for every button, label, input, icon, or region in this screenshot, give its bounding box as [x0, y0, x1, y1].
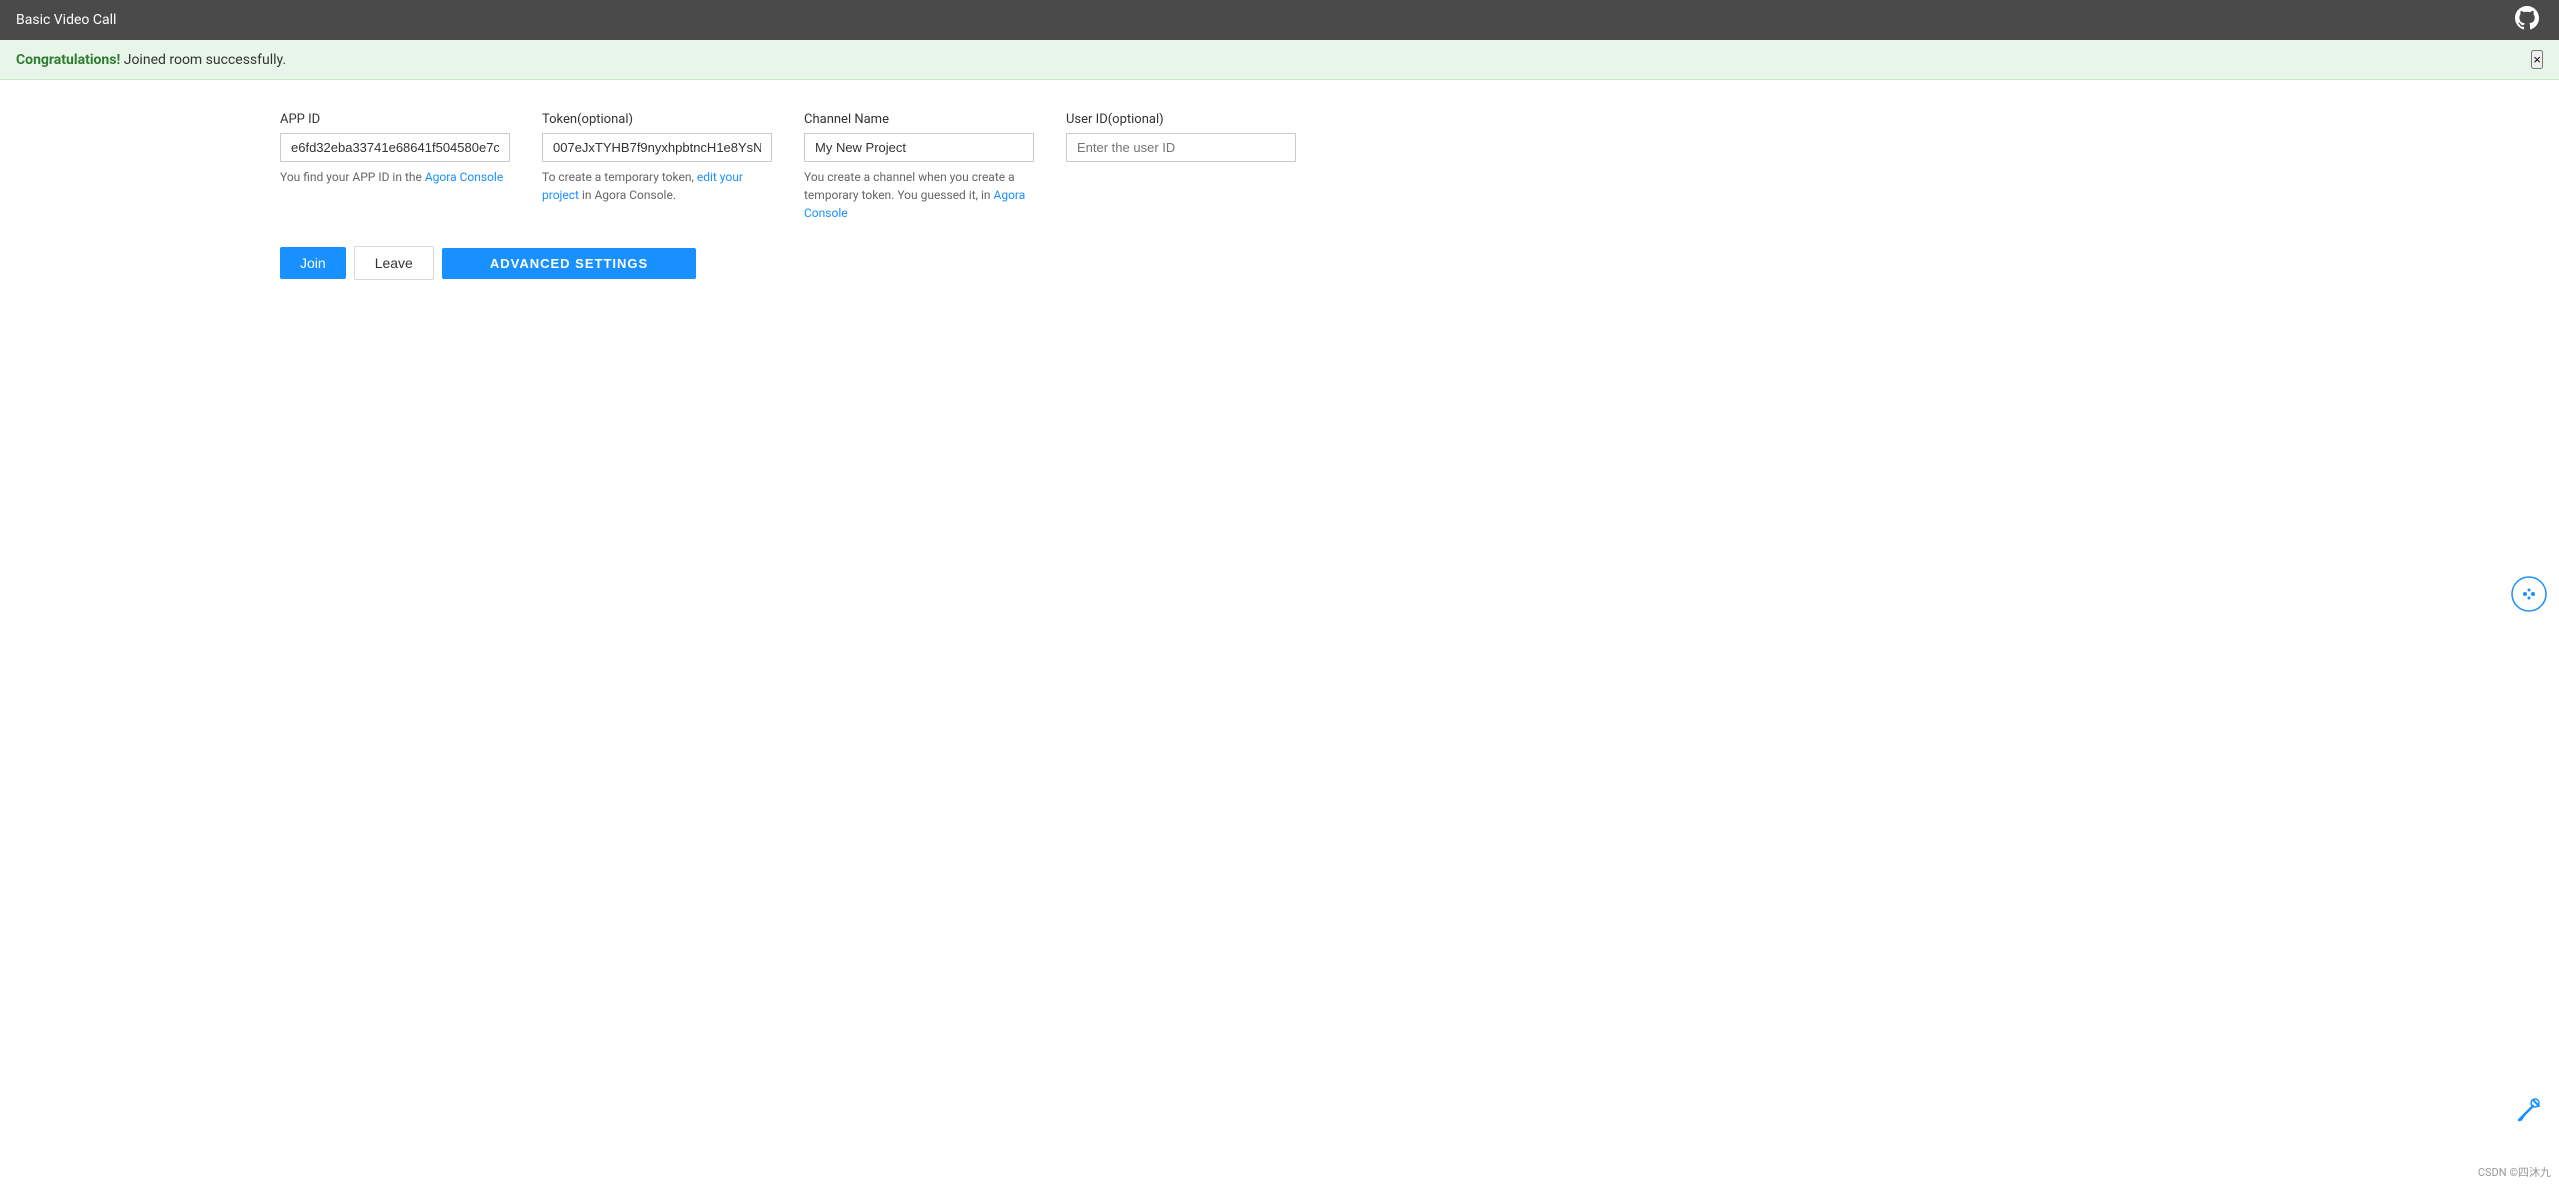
- github-icon[interactable]: [2515, 6, 2543, 34]
- fields-row: APP ID You find your APP ID in the Agora…: [280, 112, 1296, 222]
- user-id-input[interactable]: [1066, 133, 1296, 162]
- app-id-hint: You find your APP ID in the Agora Consol…: [280, 168, 510, 186]
- user-id-group: User ID(optional): [1066, 112, 1296, 162]
- token-label: Token(optional): [542, 112, 772, 127]
- footer-text: CSDN ©四沐九: [2478, 1164, 2551, 1180]
- success-bold: Congratulations!: [16, 52, 120, 68]
- banner-close-button[interactable]: ×: [2531, 50, 2543, 69]
- channel-group: Channel Name You create a channel when y…: [804, 112, 1034, 222]
- app-title: Basic Video Call: [16, 12, 116, 28]
- main-content: APP ID You find your APP ID in the Agora…: [0, 80, 2559, 280]
- chat-icon[interactable]: [2511, 576, 2547, 612]
- join-button[interactable]: Join: [280, 247, 346, 279]
- app-id-input[interactable]: [280, 133, 510, 162]
- app-id-label: APP ID: [280, 112, 510, 127]
- advanced-settings-button[interactable]: ADVANCED SETTINGS: [442, 248, 696, 279]
- success-text: Joined room successfully.: [120, 52, 286, 68]
- channel-label: Channel Name: [804, 112, 1034, 127]
- titlebar: Basic Video Call: [0, 0, 2559, 40]
- channel-hint: You create a channel when you create a t…: [804, 168, 1034, 222]
- token-input[interactable]: [542, 133, 772, 162]
- user-id-label: User ID(optional): [1066, 112, 1296, 127]
- success-message: Congratulations! Joined room successfull…: [16, 52, 286, 68]
- token-group: Token(optional) To create a temporary to…: [542, 112, 772, 204]
- token-hint: To create a temporary token, edit your p…: [542, 168, 772, 204]
- agora-console-link-appid[interactable]: Agora Console: [425, 170, 503, 184]
- leave-button[interactable]: Leave: [354, 246, 434, 280]
- channel-input[interactable]: [804, 133, 1034, 162]
- buttons-row: Join Leave ADVANCED SETTINGS: [280, 246, 696, 280]
- success-banner: Congratulations! Joined room successfull…: [0, 40, 2559, 80]
- tools-icon[interactable]: [2511, 1092, 2547, 1128]
- app-id-group: APP ID You find your APP ID in the Agora…: [280, 112, 510, 186]
